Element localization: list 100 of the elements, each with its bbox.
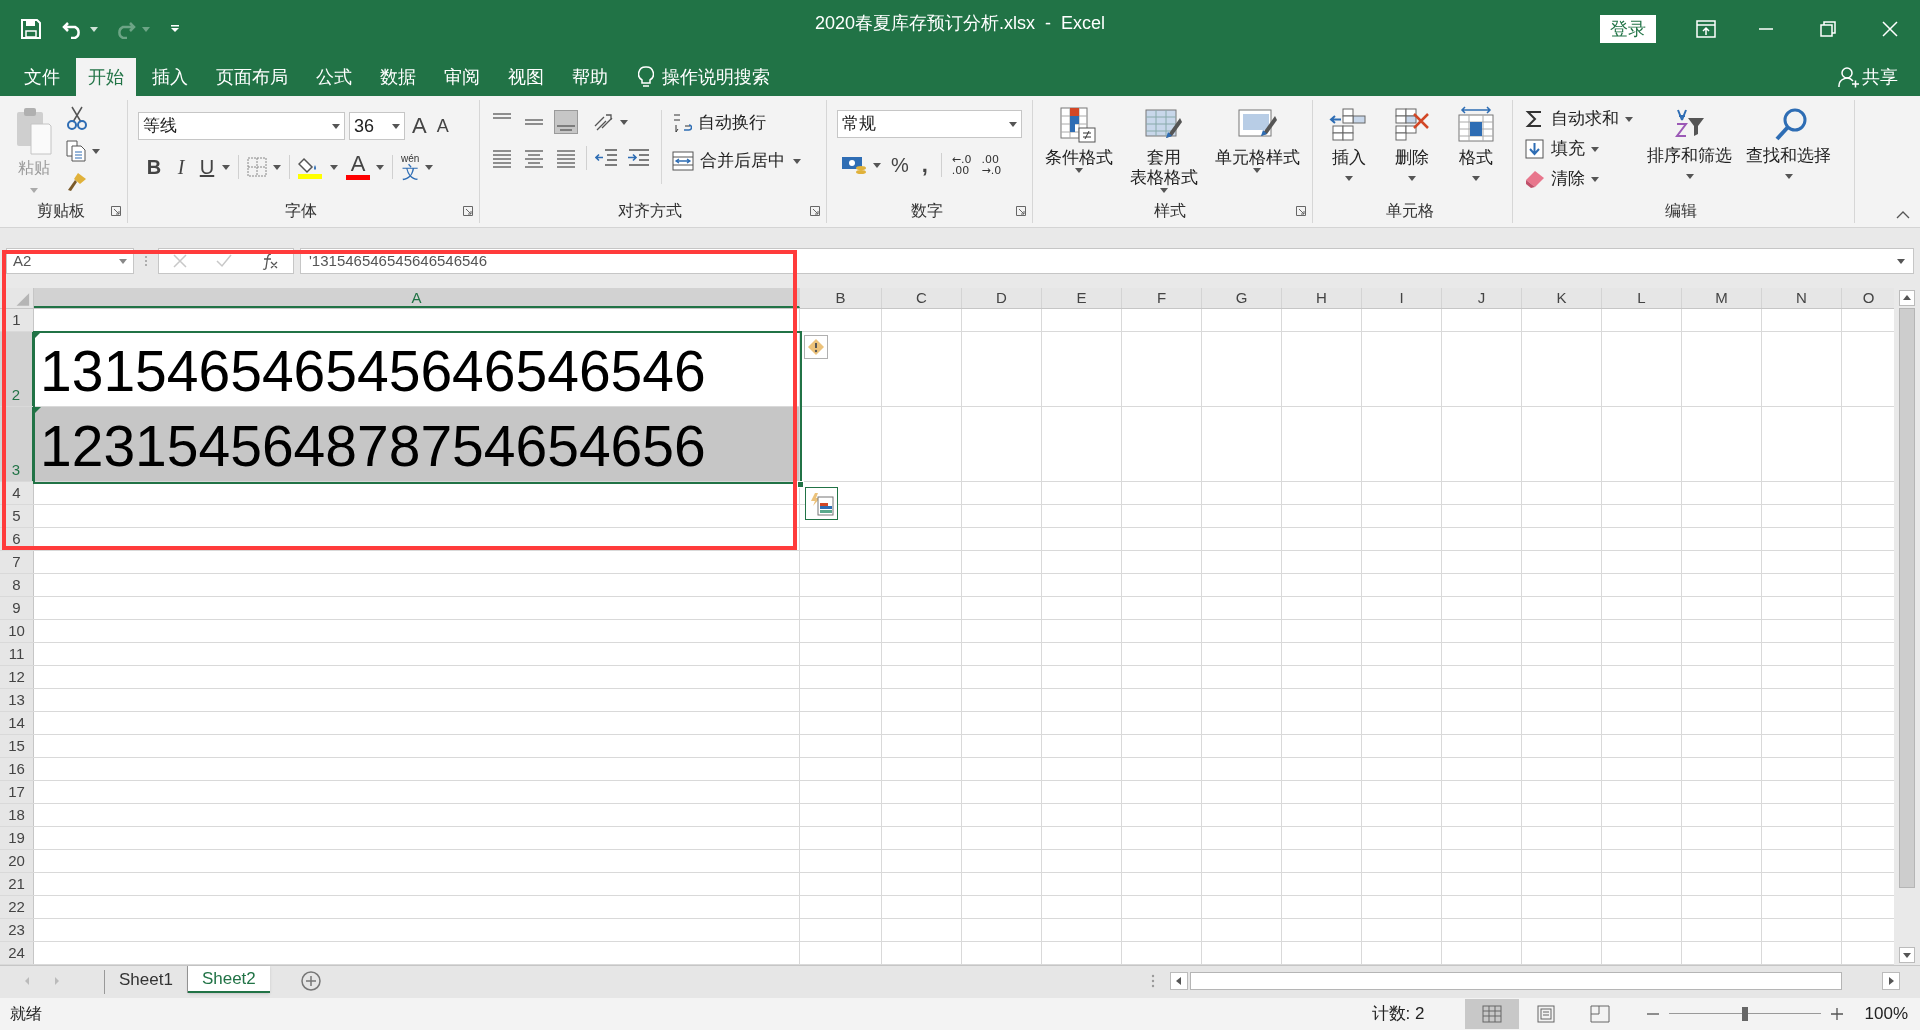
font-color-button[interactable]: A xyxy=(346,154,370,180)
ribbon-button[interactable]: 条件格式 xyxy=(1045,100,1114,199)
column-header[interactable]: J xyxy=(1442,288,1522,308)
comma-style-button[interactable]: , xyxy=(918,155,931,175)
row-header[interactable]: 22 xyxy=(0,896,34,918)
scroll-left-icon[interactable] xyxy=(1170,972,1188,990)
row-header[interactable]: 23 xyxy=(0,919,34,941)
column-header[interactable]: H xyxy=(1282,288,1362,308)
row-header[interactable]: 24 xyxy=(0,942,34,964)
caret-icon[interactable] xyxy=(332,123,340,129)
column-header[interactable]: G xyxy=(1202,288,1282,308)
orientation-icon[interactable] xyxy=(592,112,614,132)
zoom-level[interactable]: 100% xyxy=(1864,1001,1908,1027)
autosum-button[interactable]: 自动求和 xyxy=(1525,106,1619,132)
italic-button[interactable]: I xyxy=(172,152,190,182)
function-icon[interactable] xyxy=(260,252,279,270)
column-header[interactable]: L xyxy=(1602,288,1682,308)
caret-icon[interactable] xyxy=(92,148,100,154)
ribbon-button[interactable]: 排序和筛选 xyxy=(1647,100,1732,199)
fill-handle[interactable] xyxy=(797,481,804,488)
ribbon-button[interactable]: 删除 xyxy=(1392,100,1433,199)
font-name-field[interactable]: 等线 xyxy=(138,112,345,140)
row-header[interactable]: 17 xyxy=(0,781,34,803)
caret-icon[interactable] xyxy=(1009,121,1017,127)
close-icon[interactable] xyxy=(1882,21,1898,37)
ribbon-tab[interactable]: 页面布局 xyxy=(204,58,300,96)
dialog-launcher-icon[interactable] xyxy=(810,206,820,216)
column-header[interactable]: I xyxy=(1362,288,1442,308)
column-header[interactable]: A xyxy=(34,288,800,308)
copy-icon[interactable] xyxy=(66,140,86,162)
column-header[interactable]: M xyxy=(1682,288,1762,308)
column-header[interactable]: D xyxy=(962,288,1042,308)
phonetic-guide-button[interactable]: wén 文 xyxy=(401,153,420,181)
caret-icon[interactable] xyxy=(873,162,881,168)
number-format-field[interactable]: 常规 xyxy=(837,110,1022,138)
percent-button[interactable]: % xyxy=(891,150,909,180)
caret-icon[interactable] xyxy=(1685,174,1694,179)
ribbon-tab[interactable]: 文件 xyxy=(12,58,72,96)
table-cell[interactable]: 123154564878754654656 xyxy=(34,407,800,481)
tell-me-search[interactable]: 操作说明搜索 xyxy=(662,63,770,91)
row-header[interactable]: 14 xyxy=(0,712,34,734)
column-header[interactable]: K xyxy=(1522,288,1602,308)
format-painter-icon[interactable] xyxy=(66,172,88,192)
ribbon-tab[interactable]: 数据 xyxy=(368,58,428,96)
ribbon-tab[interactable]: 视图 xyxy=(496,58,556,96)
ribbon-button[interactable]: 查找和选择 xyxy=(1746,100,1831,199)
caret-icon[interactable] xyxy=(1625,116,1633,122)
ribbon-button[interactable]: 插入 xyxy=(1328,100,1369,199)
fill-color-icon[interactable] xyxy=(298,155,324,179)
row-header[interactable]: 7 xyxy=(0,551,34,573)
zoom-in-icon[interactable] xyxy=(1830,1008,1843,1020)
column-header[interactable]: F xyxy=(1122,288,1202,308)
caret-icon[interactable] xyxy=(1591,176,1599,182)
column-header[interactable]: N xyxy=(1762,288,1842,308)
clear-button[interactable]: 清除 xyxy=(1525,166,1585,192)
scroll-thumb[interactable] xyxy=(1899,308,1915,888)
scroll-up-icon[interactable] xyxy=(1899,290,1915,306)
caret-icon[interactable] xyxy=(222,164,230,170)
login-button[interactable]: 登录 xyxy=(1600,15,1656,43)
column-header[interactable]: B xyxy=(800,288,882,308)
row-header[interactable]: 13 xyxy=(0,689,34,711)
ribbon-tab[interactable]: 帮助 xyxy=(560,58,620,96)
caret-icon[interactable] xyxy=(273,164,281,170)
fill-button[interactable]: 填充 xyxy=(1525,136,1585,162)
dialog-launcher-icon[interactable] xyxy=(1296,206,1306,216)
save-icon[interactable] xyxy=(20,18,42,40)
column-header[interactable]: E xyxy=(1042,288,1122,308)
ribbon-display-icon[interactable] xyxy=(1696,20,1716,38)
decrease-decimal-button[interactable]: .00 →.0 xyxy=(981,154,1002,176)
row-header[interactable]: 21 xyxy=(0,873,34,895)
merge-center-button[interactable]: 合并后居中 xyxy=(672,148,785,174)
customize-icon[interactable] xyxy=(170,25,180,33)
row-header[interactable]: 20 xyxy=(0,850,34,872)
caret-icon[interactable] xyxy=(1075,168,1084,173)
row-header[interactable]: 9 xyxy=(0,597,34,619)
currency-icon[interactable] xyxy=(841,154,867,176)
caret-icon[interactable] xyxy=(1784,174,1793,179)
font-size-field[interactable]: 36 xyxy=(349,112,405,140)
caret-icon[interactable] xyxy=(119,258,127,264)
caret-icon[interactable] xyxy=(376,164,384,170)
caret-icon[interactable] xyxy=(793,158,801,164)
caret-icon[interactable] xyxy=(330,164,338,170)
sheet-tab[interactable]: Sheet2 xyxy=(187,966,270,993)
row-header[interactable]: 18 xyxy=(0,804,34,826)
sheet-tab[interactable]: Sheet1 xyxy=(105,966,188,993)
row-header[interactable]: 10 xyxy=(0,620,34,642)
dialog-launcher-icon[interactable] xyxy=(111,206,121,216)
ribbon-tab[interactable]: 公式 xyxy=(304,58,364,96)
wrap-text-button[interactable]: 自动换行 xyxy=(672,110,801,136)
scroll-down-icon[interactable] xyxy=(1899,947,1915,963)
quick-analysis-button[interactable] xyxy=(805,487,838,520)
scroll-thumb[interactable] xyxy=(1190,972,1842,990)
caret-icon[interactable] xyxy=(1472,176,1481,181)
slider-thumb[interactable] xyxy=(1741,1007,1748,1021)
row-header[interactable]: 15 xyxy=(0,735,34,757)
caret-icon[interactable] xyxy=(1408,176,1417,181)
row-header[interactable]: 12 xyxy=(0,666,34,688)
share-button[interactable]: 共享 xyxy=(1862,63,1898,91)
ribbon-tab[interactable]: 插入 xyxy=(140,58,200,96)
column-header[interactable]: C xyxy=(882,288,962,308)
